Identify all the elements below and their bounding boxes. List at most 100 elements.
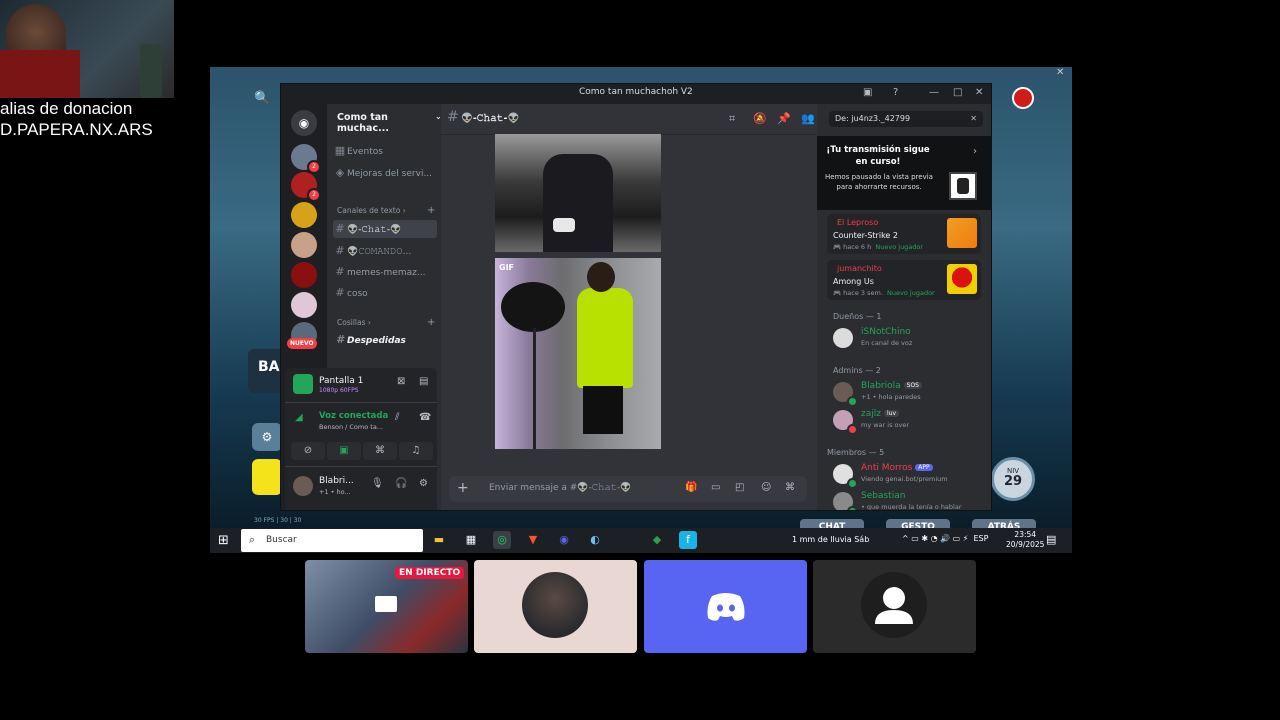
game-yellow-button[interactable] xyxy=(252,459,282,495)
minecraft-icon[interactable]: ◆ xyxy=(648,531,666,549)
back-button[interactable]: ATRÁS xyxy=(972,519,1036,528)
stream-tile[interactable]: EN DIRECTO xyxy=(305,560,468,653)
message-image[interactable] xyxy=(495,134,661,252)
channel-title: 👽-𝙲𝚑𝚊𝚝-👽 xyxy=(461,113,520,124)
weather-widget[interactable]: 1 mm de lluvia Sáb xyxy=(792,535,869,544)
member-item[interactable]: iSNotChino En canal de voz xyxy=(833,326,983,352)
channel-chat[interactable]: # 👽-𝙲𝚑𝚊𝚝-👽 xyxy=(333,220,437,238)
whatsapp-icon[interactable]: ◎ xyxy=(493,531,511,549)
message-input[interactable]: + Enviar mensaje a #👽-𝙲𝚑𝚊𝚝-👽 🎁 ▭ ◰ ☺ ⌘ xyxy=(449,476,807,502)
server-icon[interactable] xyxy=(291,232,317,258)
app-icon[interactable]: f xyxy=(679,531,697,549)
member-status: my war is over xyxy=(861,421,910,429)
participant-tile[interactable] xyxy=(474,560,637,653)
member-item[interactable]: Sebastian • que muerda la tenía o hablar xyxy=(833,490,983,510)
steam-icon[interactable]: ◐ xyxy=(586,531,604,549)
server-header[interactable]: Como tan muchac... ⌄ xyxy=(337,112,442,134)
app-icon[interactable]: ▦ xyxy=(462,531,480,549)
inbox-icon[interactable]: ▣ xyxy=(863,87,872,98)
hash-icon: # xyxy=(335,286,345,299)
member-item[interactable]: zajlz luv my war is over xyxy=(833,408,983,435)
activity-game: Among Us xyxy=(833,277,874,286)
participant-tile[interactable] xyxy=(813,560,976,653)
close-window-icon[interactable]: ✕ xyxy=(975,87,983,98)
disconnect-icon[interactable]: ☎ xyxy=(419,412,431,423)
activity-extra: Nuevo jugador xyxy=(887,289,935,297)
pin-icon[interactable]: 📌 xyxy=(777,112,791,125)
add-channel-icon[interactable]: + xyxy=(427,317,435,328)
category-cosillas[interactable]: Cosillas › + xyxy=(337,317,435,328)
category-text-channels[interactable]: Canales de texto › + xyxy=(337,205,435,216)
screen-share-thumb[interactable] xyxy=(293,374,313,394)
minimize-icon[interactable]: — xyxy=(929,87,939,98)
category-label: Canales de texto xyxy=(337,206,401,215)
help-icon[interactable]: ? xyxy=(893,87,898,98)
stream-thumbnail[interactable] xyxy=(949,172,977,200)
badge: 2 xyxy=(307,160,321,174)
maximize-icon[interactable]: □ xyxy=(953,87,962,98)
members-icon[interactable]: 👥 xyxy=(801,112,815,125)
gear-icon[interactable]: ⚙ xyxy=(419,478,428,489)
noise-suppression-icon[interactable]: ⫽ xyxy=(395,412,399,423)
brave-icon[interactable]: ▼ xyxy=(524,531,542,549)
threads-icon[interactable]: ⌗ xyxy=(729,112,735,126)
signal-icon[interactable]: ◢ xyxy=(295,412,303,423)
add-attachment-icon[interactable]: + xyxy=(457,480,469,496)
message-gif[interactable]: GIF xyxy=(495,258,661,449)
fps-readout: 30 FPS | 30 | 30 xyxy=(254,517,302,524)
language-indicator[interactable]: ESP xyxy=(973,534,988,543)
popup-description: Hemos pausado la vista previa para ahorr… xyxy=(825,173,933,191)
channel-despedidas[interactable]: # Despedidas xyxy=(333,331,437,349)
category-label: Cosillas xyxy=(337,318,366,327)
microphone-icon[interactable]: 🎙 xyxy=(371,478,384,489)
activity-icon[interactable]: ⌘ xyxy=(363,442,397,460)
clear-search-icon[interactable]: ✕ xyxy=(970,111,977,127)
taskbar-search[interactable]: ⌕ Buscar xyxy=(241,529,423,552)
soundboard-icon[interactable]: ♫ xyxy=(399,442,433,460)
server-icon[interactable]: 2 xyxy=(291,144,321,174)
clock[interactable]: 23:54 20/9/2025 xyxy=(1006,530,1044,550)
server-icon[interactable] xyxy=(291,262,317,288)
voice-location[interactable]: Benson / Como ta... xyxy=(319,423,383,431)
mute-icon[interactable]: 🔕 xyxy=(753,112,767,125)
participant-tile[interactable] xyxy=(644,560,807,653)
channel-boosts[interactable]: ◈ Mejoras del servi... xyxy=(333,164,437,182)
file-explorer-icon[interactable]: ▬ xyxy=(430,531,448,549)
boost-icon: ◈ xyxy=(335,166,345,179)
server-icon[interactable] xyxy=(291,202,317,228)
server-icon[interactable] xyxy=(291,292,317,318)
headphones-icon[interactable]: 🎧 xyxy=(395,478,407,489)
sticker-icon[interactable]: ◰ xyxy=(735,482,744,493)
activity-card[interactable]: jumanchito Among Us 🎮 hace 3 sem. Nuevo … xyxy=(827,260,981,300)
system-tray[interactable]: ^ ▭ ✱ ◔ 🔊 ▭ ⚡ ESP xyxy=(902,534,988,543)
avatar[interactable] xyxy=(293,476,313,496)
discord-icon[interactable]: ◉ xyxy=(555,531,573,549)
chevron-right-icon[interactable]: › xyxy=(973,146,977,157)
channel-label: Eventos xyxy=(347,147,383,157)
channel-coso[interactable]: # coso xyxy=(333,284,437,302)
stream-settings-icon[interactable]: ▤ xyxy=(419,376,428,387)
server-icon[interactable]: 2 xyxy=(291,172,321,202)
sliders-icon[interactable]: ⚙ xyxy=(252,423,282,451)
channel-memes[interactable]: # memes-memaz... xyxy=(333,263,437,281)
gesture-button[interactable]: GESTO xyxy=(886,519,950,528)
member-item[interactable]: Blabriola SOS +1 • hola paredes xyxy=(833,380,983,407)
search-input[interactable]: De: ju4nz3._42799 ✕ xyxy=(829,111,983,127)
stop-stream-icon[interactable]: ⊠ xyxy=(397,376,405,387)
gif-picker-icon[interactable]: ▭ xyxy=(711,482,720,493)
chat-button[interactable]: CHAT xyxy=(800,519,864,528)
gift-icon[interactable]: 🎁 xyxy=(685,482,697,493)
close-icon[interactable]: ✕ xyxy=(1056,67,1064,78)
add-channel-icon[interactable]: + xyxy=(427,205,435,216)
activity-card[interactable]: El Leproso Counter-Strike 2 🎮 hace 6 h N… xyxy=(827,214,981,254)
channel-comandos[interactable]: # 👽𝙲𝙾𝙼𝙰𝙽𝙳𝙾... xyxy=(333,242,437,260)
discord-home-icon[interactable]: ◉ xyxy=(291,110,317,136)
screen-share-icon[interactable]: ▣ xyxy=(327,442,361,460)
camera-off-icon[interactable]: ⊘ xyxy=(291,442,325,460)
member-item[interactable]: Anti Morros APP Viendo genai.bot/premium xyxy=(833,462,983,489)
notification-icon[interactable]: ▤ xyxy=(1046,533,1056,546)
apps-icon[interactable]: ⌘ xyxy=(785,482,795,493)
emoji-icon[interactable]: ☺ xyxy=(761,482,771,493)
windows-start-icon[interactable]: ⊞ xyxy=(218,533,229,548)
channel-events[interactable]: ▦ Eventos xyxy=(333,142,437,160)
